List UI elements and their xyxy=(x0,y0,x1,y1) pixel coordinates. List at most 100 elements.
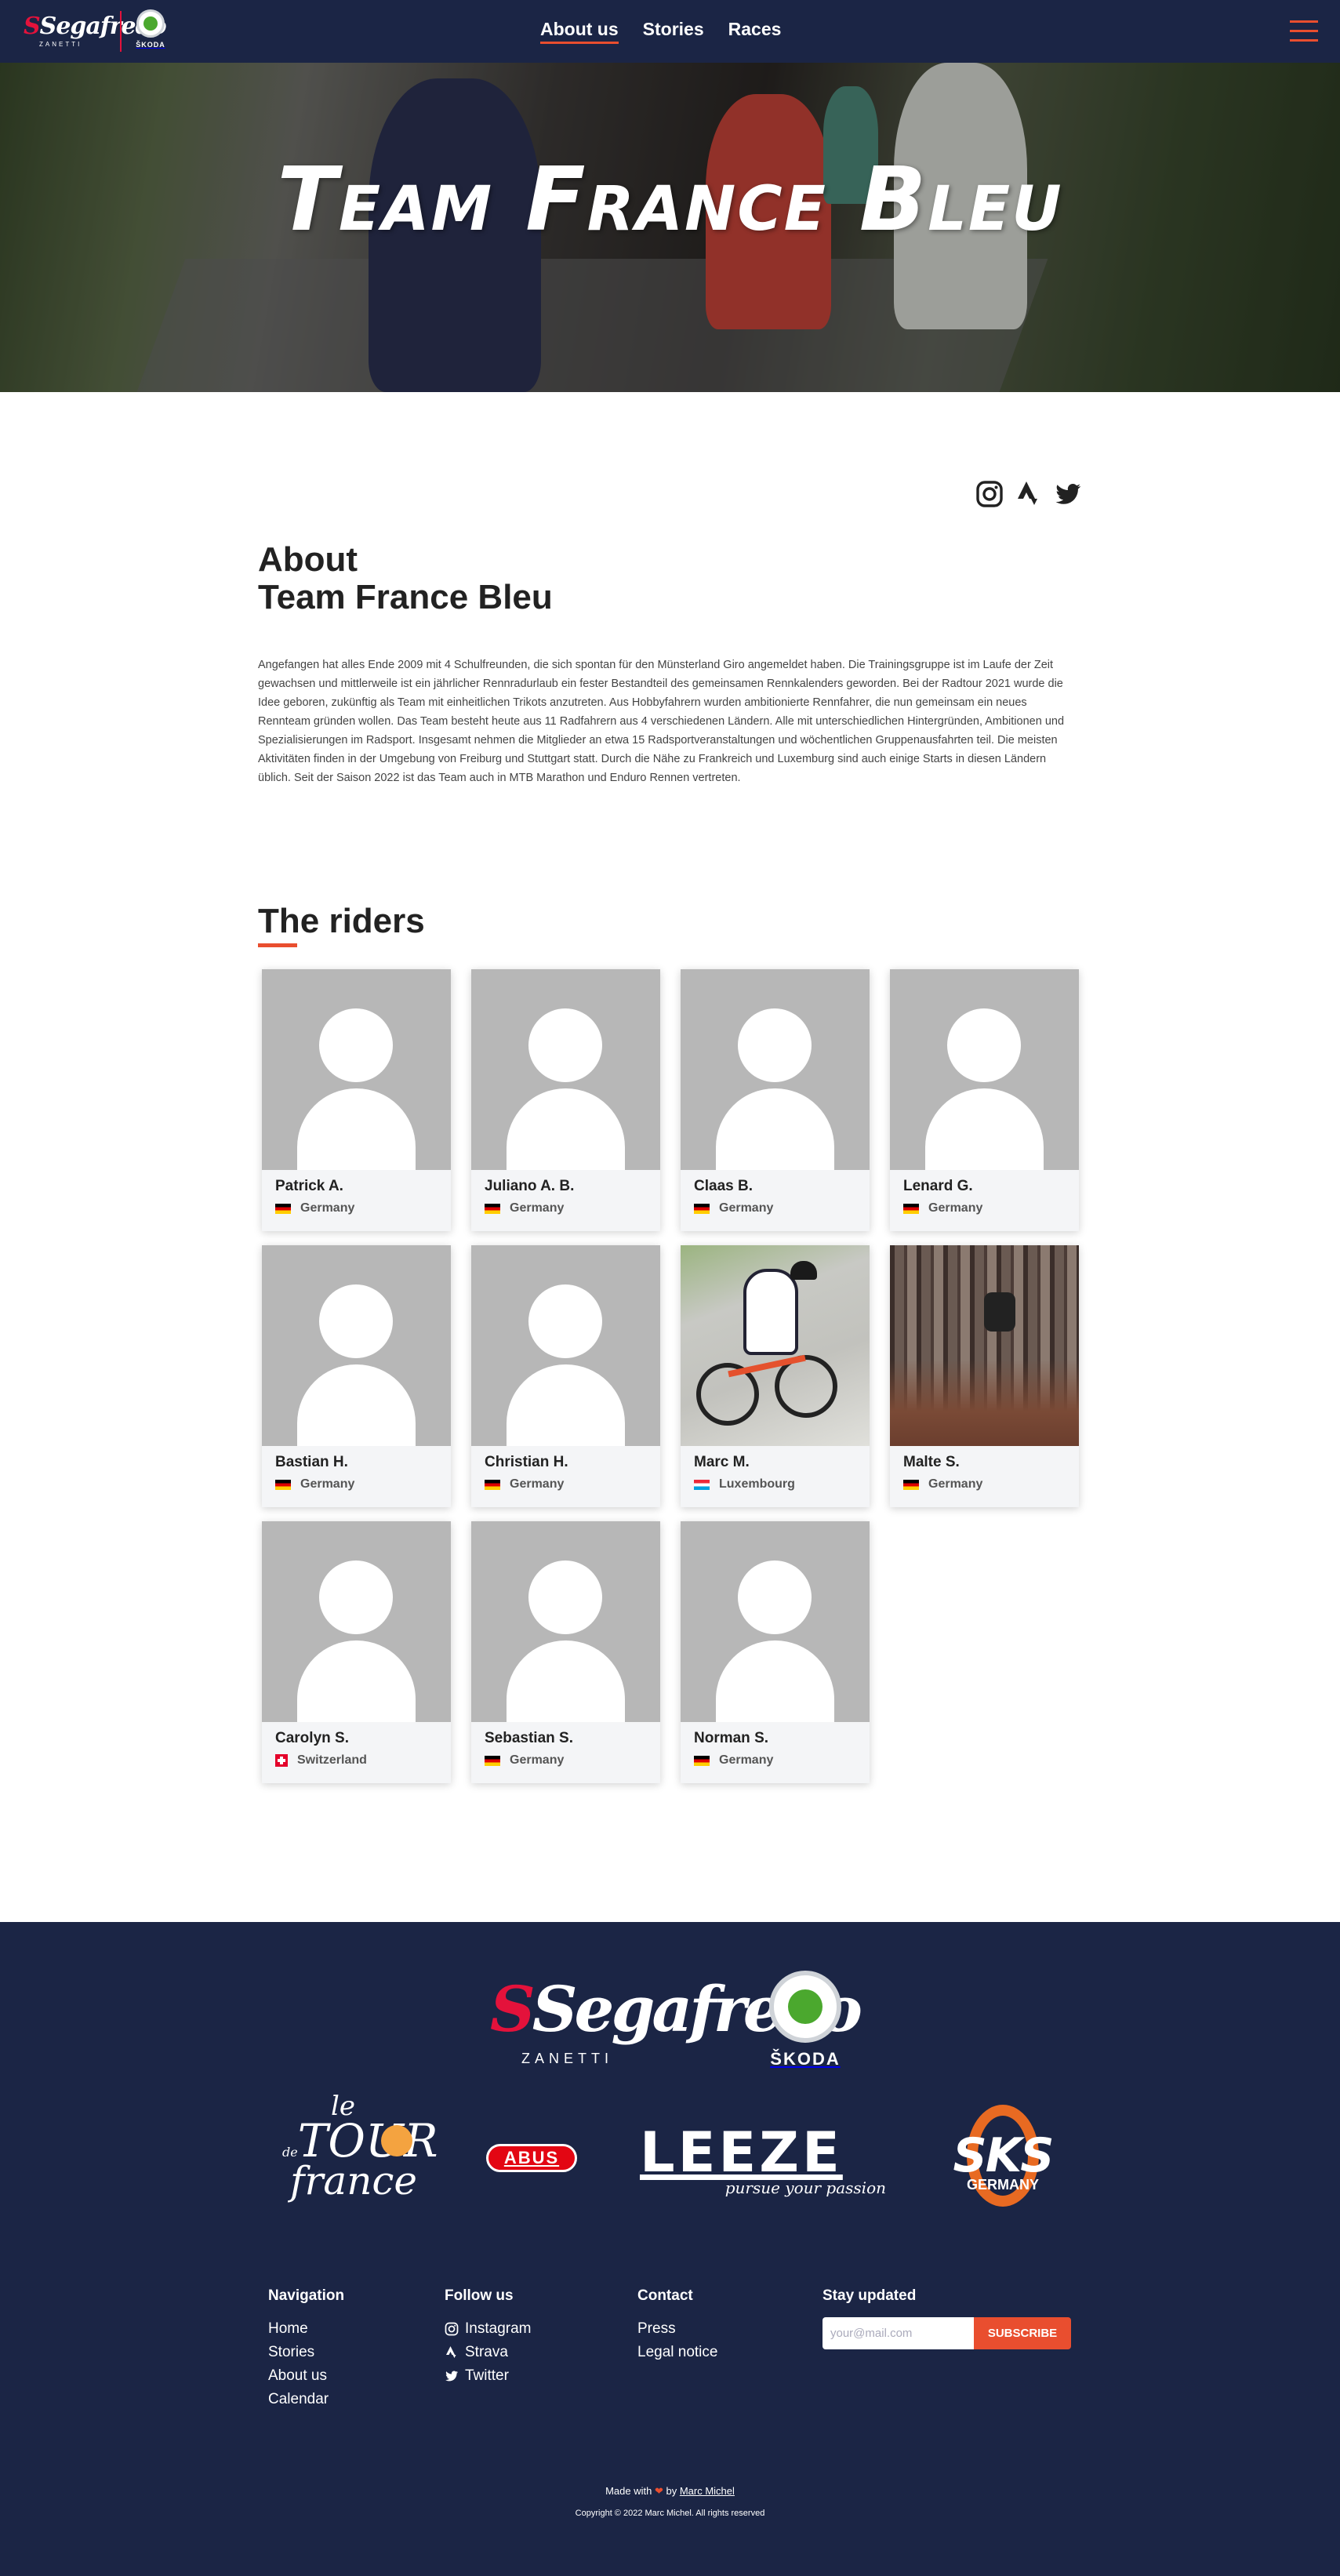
flag-de-icon xyxy=(275,1203,291,1214)
flag-de-icon xyxy=(694,1203,710,1214)
newsletter-email-input[interactable] xyxy=(823,2317,974,2349)
footer-segafredo-logo[interactable]: SSegafredo ZANETTI xyxy=(490,1972,862,2074)
flag-de-icon xyxy=(485,1203,500,1214)
rider-card[interactable]: Norman S. Germany xyxy=(681,1521,870,1783)
rider-card[interactable]: Juliano A. B. Germany xyxy=(471,969,660,1231)
rider-card[interactable]: Lenard G. Germany xyxy=(890,969,1079,1231)
instagram-icon xyxy=(445,2322,459,2336)
about-title-line2: Team France Bleu xyxy=(258,578,553,616)
abus-logo[interactable]: ABUS xyxy=(486,2144,577,2172)
footer-link-calendar[interactable]: Calendar xyxy=(268,2388,344,2411)
instagram-icon[interactable] xyxy=(975,480,1004,508)
footer-link-home[interactable]: Home xyxy=(268,2317,344,2341)
footer-link-instagram[interactable]: Instagram xyxy=(445,2317,531,2341)
footer-link-legal-notice[interactable]: Legal notice xyxy=(637,2341,717,2364)
nav-races[interactable]: Races xyxy=(728,19,782,40)
rider-country: Switzerland xyxy=(275,1753,367,1768)
rider-country: Germany xyxy=(903,1477,982,1491)
flag-de-icon xyxy=(275,1479,291,1490)
rider-card[interactable]: Christian H. Germany xyxy=(471,1245,660,1507)
sponsor-logos: le deTOUR france ABUS LEEZE pursue your … xyxy=(0,2091,1340,2224)
footer-link-strava[interactable]: Strava xyxy=(445,2341,531,2364)
rider-name: Sebastian S. xyxy=(485,1730,573,1746)
avatar-body xyxy=(297,1088,416,1170)
footer-skoda-emblem-icon xyxy=(769,1971,841,2043)
footer-newsletter: Stay updated SUBSCRIBE xyxy=(823,2287,1071,2349)
rider-photo xyxy=(681,1245,870,1446)
rider-card[interactable]: Patrick A. Germany xyxy=(262,969,451,1231)
footer-follow: Follow us Instagram Strava Twitter xyxy=(445,2287,531,2388)
flag-de-icon xyxy=(485,1755,500,1766)
rider-photo xyxy=(262,1245,451,1446)
segafredo-logo[interactable]: SSegafredo ZANETTI xyxy=(24,11,167,52)
rider-name: Carolyn S. xyxy=(275,1730,349,1746)
by-text: by xyxy=(666,2485,677,2497)
avatar-body xyxy=(716,1088,834,1170)
avatar-head xyxy=(319,1008,393,1082)
rider-card[interactable]: Malte S. Germany xyxy=(890,1245,1079,1507)
avatar-body xyxy=(507,1364,625,1446)
hamburger-icon[interactable] xyxy=(1290,20,1318,42)
tour-de-france-logo[interactable]: le deTOUR france xyxy=(282,2091,438,2208)
rider-country-label: Germany xyxy=(510,1201,565,1215)
riders-title-underline xyxy=(258,943,297,947)
rider-country-label: Germany xyxy=(510,1753,565,1767)
mtb-rider xyxy=(984,1292,1015,1332)
footer-follow-title: Follow us xyxy=(445,2287,514,2304)
rider-country: Germany xyxy=(903,1201,982,1215)
nav-stories[interactable]: Stories xyxy=(643,19,704,40)
tdf-france: france xyxy=(290,2158,418,2204)
rider-name: Bastian H. xyxy=(275,1454,348,1470)
rider-card[interactable]: Claas B. Germany xyxy=(681,969,870,1231)
avatar-head xyxy=(528,1560,602,1634)
author-link[interactable]: Marc Michel xyxy=(680,2485,735,2497)
avatar-body xyxy=(716,1640,834,1722)
footer-brand-sub: ZANETTI xyxy=(521,2051,613,2066)
leeze-slogan: pursue your passion xyxy=(724,2178,886,2197)
skoda-label: ŠKODA xyxy=(136,41,165,49)
sks-logo[interactable]: SKS GERMANY xyxy=(945,2105,1061,2207)
leeze-logo[interactable]: LEEZE pursue your passion xyxy=(640,2125,886,2200)
skoda-logo[interactable]: ŠKODA xyxy=(133,9,168,53)
avatar-head xyxy=(738,1560,812,1634)
flag-ch-icon xyxy=(275,1754,288,1767)
strava-icon[interactable] xyxy=(1015,480,1043,508)
heart-icon: ❤ xyxy=(654,2485,663,2497)
skoda-emblem-icon xyxy=(136,9,165,38)
hero-title: Team France Bleu xyxy=(277,149,1063,251)
avatar-head xyxy=(738,1008,812,1082)
footer-newsletter-title: Stay updated xyxy=(823,2287,917,2304)
brand-sub-text: ZANETTI xyxy=(39,41,82,48)
rider-country-label: Germany xyxy=(719,1201,774,1215)
rider-country-label: Germany xyxy=(300,1477,355,1491)
rider-country-label: Germany xyxy=(300,1201,355,1215)
rider-card[interactable]: Bastian H. Germany xyxy=(262,1245,451,1507)
footer-link-twitter[interactable]: Twitter xyxy=(445,2364,531,2388)
rider-country: Germany xyxy=(485,1753,564,1768)
footer-navigation-title: Navigation xyxy=(268,2287,345,2304)
footer-contact-title: Contact xyxy=(637,2287,693,2304)
rider-card[interactable]: Marc M. Luxembourg xyxy=(681,1245,870,1507)
footer-skoda-label: ŠKODA xyxy=(770,2049,841,2069)
subscribe-button[interactable]: SUBSCRIBE xyxy=(974,2317,1071,2349)
sks-wordmark: SKS xyxy=(953,2128,1055,2183)
flag-de-icon xyxy=(903,1203,919,1214)
footer-strava-label: Strava xyxy=(465,2344,508,2360)
rider-card[interactable]: Sebastian S. Germany xyxy=(471,1521,660,1783)
rider-name: Norman S. xyxy=(694,1730,769,1746)
nav-about-us[interactable]: About us xyxy=(540,19,619,44)
rider-country-label: Germany xyxy=(510,1477,565,1491)
footer-skoda-logo[interactable]: ŠKODA xyxy=(762,1971,848,2073)
rider-country-label: Germany xyxy=(719,1753,774,1767)
rider-name: Lenard G. xyxy=(903,1178,973,1194)
footer-link-about-us[interactable]: About us xyxy=(268,2364,344,2388)
rider-country: Luxembourg xyxy=(694,1477,795,1491)
footer-contact: Contact Press Legal notice xyxy=(637,2287,717,2364)
footer-link-press[interactable]: Press xyxy=(637,2317,717,2341)
footer-link-stories[interactable]: Stories xyxy=(268,2341,344,2364)
made-with-text: Made with xyxy=(605,2485,652,2497)
twitter-icon[interactable] xyxy=(1054,480,1082,508)
rider-card[interactable]: Carolyn S. Switzerland xyxy=(262,1521,451,1783)
strava-icon xyxy=(446,2346,456,2358)
footer-instagram-label: Instagram xyxy=(465,2320,532,2337)
